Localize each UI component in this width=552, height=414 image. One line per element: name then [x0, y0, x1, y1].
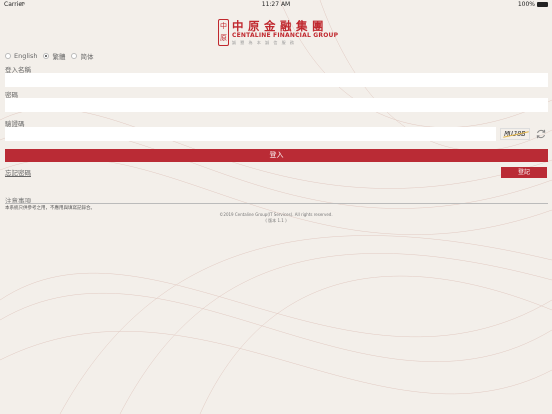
version-text: ( 版本 1.1 ) — [265, 218, 287, 223]
password-input[interactable] — [5, 98, 548, 112]
lang-label: English — [14, 52, 38, 60]
clock: 11:27 AM — [261, 1, 291, 8]
lang-option-traditional[interactable]: 繁體 — [43, 51, 65, 61]
refresh-captcha-icon[interactable] — [535, 128, 547, 140]
logo-name-en: CENTALINE FINANCIAL GROUP — [232, 32, 339, 39]
footer: ©2019 Centaline Group(IT Services). All … — [0, 212, 552, 224]
lang-label: 简体 — [80, 53, 94, 61]
battery-icon — [537, 2, 548, 7]
logo-tagline: 誠 懇 為 本 誠 信 服 務 — [232, 40, 296, 45]
register-button[interactable]: 登記 — [501, 167, 547, 178]
seal-char-2: 原 — [220, 34, 227, 42]
lang-option-simplified[interactable]: 简体 — [71, 51, 93, 61]
battery-percent: 100% — [517, 1, 535, 8]
captcha-image: MUJ8B — [500, 128, 530, 140]
username-input[interactable] — [5, 73, 548, 87]
notice-text: 本系統只供參考之用，不應用與填寫記錄合。 — [5, 206, 95, 211]
login-button[interactable]: 登入 — [5, 149, 548, 162]
language-selector: English 繁體 简体 — [5, 51, 99, 61]
radio-icon — [5, 53, 11, 59]
forgot-password-link[interactable]: 忘記密碼 — [5, 167, 31, 177]
logo-seal-icon: 中 原 — [218, 19, 229, 46]
radio-icon — [71, 53, 78, 59]
status-bar: Carrier ◠ 11:27 AM 100% — [0, 0, 552, 10]
radio-checked-icon — [43, 53, 50, 59]
lang-option-english[interactable]: English — [5, 52, 37, 60]
company-logo: 中 原 中原金融集團 CENTALINE FINANCIAL GROUP 誠 懇… — [218, 19, 338, 47]
captcha-input[interactable] — [5, 127, 496, 141]
seal-char-1: 中 — [220, 22, 227, 30]
notice-divider — [5, 203, 548, 204]
lang-label: 繁體 — [52, 53, 66, 61]
